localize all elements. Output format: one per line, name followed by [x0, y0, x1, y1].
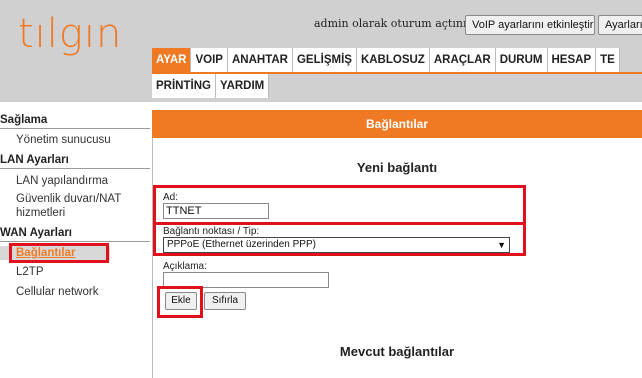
tab-printing[interactable]: PRİNTİNG: [152, 74, 216, 98]
description-label: Açıklama:: [163, 261, 207, 272]
sidebar-heading-saglama: Sağlama: [0, 114, 48, 126]
settings-button[interactable]: Ayarları: [598, 15, 642, 35]
new-connection-title: Yeni bağlantı: [356, 160, 438, 175]
tab-ayar[interactable]: AYAR: [152, 48, 192, 72]
sidebar-item-lan-config[interactable]: LAN yapılandırma: [16, 174, 108, 188]
reset-button[interactable]: Sıfırla: [204, 292, 246, 310]
tab-voip[interactable]: VOIP: [191, 48, 228, 72]
tab-gelismis[interactable]: GELİŞMİŞ: [292, 48, 357, 72]
divider: [0, 128, 150, 129]
sidebar-item-firewall-nat[interactable]: Güvenlik duvarı/NAT: [16, 192, 121, 206]
sidebar-item-cellular[interactable]: Cellular network: [16, 285, 98, 299]
sidebar-item-firewall-nat-cont[interactable]: hizmetleri: [16, 206, 65, 220]
existing-connections-title: Mevcut bağlantılar: [339, 344, 455, 359]
tab-hesap[interactable]: HESAP: [547, 48, 597, 72]
sidebar-item-l2tp[interactable]: L2TP: [16, 265, 44, 279]
highlight-add-button: [157, 286, 203, 318]
highlight-name-field: [153, 185, 526, 225]
tab-anahtar[interactable]: ANAHTAR: [227, 48, 293, 72]
sidebar-heading-wan: WAN Ayarları: [0, 227, 73, 239]
sidebar-heading-lan: LAN Ayarları: [0, 154, 69, 166]
tab-araclar[interactable]: ARAÇLAR: [429, 48, 496, 72]
main-nav: AYAR VOIP ANAHTAR GELİŞMİŞ KABLOSUZ ARAÇ…: [152, 48, 620, 72]
divider: [0, 241, 150, 242]
highlight-connection-field: [153, 222, 526, 256]
brand-logo: tılgın: [18, 11, 123, 57]
login-status-text: admin olarak oturum açtınız.: [314, 17, 476, 30]
tab-kablosuz[interactable]: KABLOSUZ: [356, 48, 430, 72]
divider: [0, 168, 150, 169]
sidebar-item-yonetim-sunucusu[interactable]: Yönetim sunucusu: [16, 133, 111, 147]
highlight-sidebar-baglantilar: [9, 243, 109, 263]
tab-yardim[interactable]: YARDIM: [215, 74, 270, 98]
secondary-nav: PRİNTİNG YARDIM: [152, 74, 270, 98]
tab-te[interactable]: TE: [596, 48, 620, 72]
tab-durum[interactable]: DURUM: [495, 48, 548, 72]
enable-voip-button[interactable]: VoIP ayarlarını etkinleştir: [465, 15, 595, 35]
page-title: Bağlantılar: [152, 110, 642, 138]
